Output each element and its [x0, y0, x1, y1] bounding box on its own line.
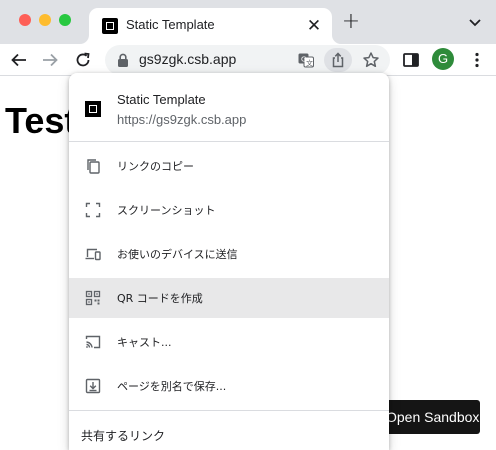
page-heading: Test	[5, 100, 77, 141]
menu-divider	[69, 141, 389, 142]
tab-active[interactable]: Static Template ✕	[89, 8, 332, 44]
share-button[interactable]	[324, 48, 352, 72]
menu-item-send-to-devices[interactable]: お使いのデバイスに送信	[69, 234, 389, 274]
browser-toolbar: gs9zgk.csb.app G文 G	[0, 44, 496, 76]
menu-divider	[69, 410, 389, 411]
close-window-button[interactable]	[19, 14, 31, 26]
tab-close-icon[interactable]: ✕	[305, 17, 323, 35]
share-menu: Static Template https://gs9zgk.csb.app リ…	[69, 73, 389, 450]
cast-icon	[85, 334, 101, 350]
tab-search-chevron-icon[interactable]	[466, 13, 484, 31]
menu-item-cast[interactable]: キャスト...	[69, 322, 389, 362]
tab-strip: Static Template ✕ +	[0, 0, 496, 44]
menu-item-create-qr-code[interactable]: QR コードを作成	[69, 278, 389, 318]
omnibox[interactable]: gs9zgk.csb.app G文	[105, 45, 390, 75]
menu-item-label: キャスト...	[117, 336, 172, 349]
back-arrow-icon[interactable]	[8, 49, 30, 71]
codesandbox-favicon-icon	[102, 18, 118, 34]
menu-item-screenshot[interactable]: スクリーンショット	[69, 190, 389, 230]
url-text[interactable]: gs9zgk.csb.app	[139, 51, 236, 67]
lock-icon[interactable]	[117, 53, 129, 67]
qr-code-icon	[85, 290, 101, 306]
menu-item-label: お使いのデバイスに送信	[117, 248, 238, 261]
menu-item-copy-link[interactable]: リンクのコピー	[69, 146, 389, 186]
forward-arrow-icon[interactable]	[39, 49, 61, 71]
menu-item-label: QR コードを作成	[117, 292, 203, 305]
codesandbox-favicon-icon	[85, 101, 101, 117]
copy-icon	[85, 158, 101, 174]
menu-item-label: ページを別名で保存...	[117, 380, 227, 393]
devices-icon	[85, 246, 101, 262]
menu-item-label: スクリーンショット	[117, 204, 216, 217]
screenshot-icon	[85, 202, 101, 218]
profile-avatar[interactable]: G	[432, 48, 454, 70]
shared-page-url: https://gs9zgk.csb.app	[117, 112, 247, 127]
shared-page-title: Static Template	[117, 92, 206, 107]
save-page-icon	[85, 378, 101, 394]
new-tab-button[interactable]: +	[340, 11, 362, 33]
share-icon	[332, 52, 344, 68]
translate-icon[interactable]: G文	[298, 52, 314, 68]
share-menu-header: Static Template https://gs9zgk.csb.app	[69, 73, 389, 141]
bookmark-star-icon[interactable]	[362, 51, 380, 69]
tab-title: Static Template	[126, 17, 215, 32]
minimize-window-button[interactable]	[39, 14, 51, 26]
share-link-section-title: 共有するリンク	[81, 429, 166, 443]
svg-text:文: 文	[306, 59, 313, 68]
side-panel-icon[interactable]	[402, 51, 420, 69]
more-menu-icon[interactable]	[468, 51, 486, 69]
maximize-window-button[interactable]	[59, 14, 71, 26]
reload-icon[interactable]	[72, 49, 94, 71]
menu-item-save-page-as[interactable]: ページを別名で保存...	[69, 366, 389, 406]
menu-item-label: リンクのコピー	[117, 160, 194, 173]
